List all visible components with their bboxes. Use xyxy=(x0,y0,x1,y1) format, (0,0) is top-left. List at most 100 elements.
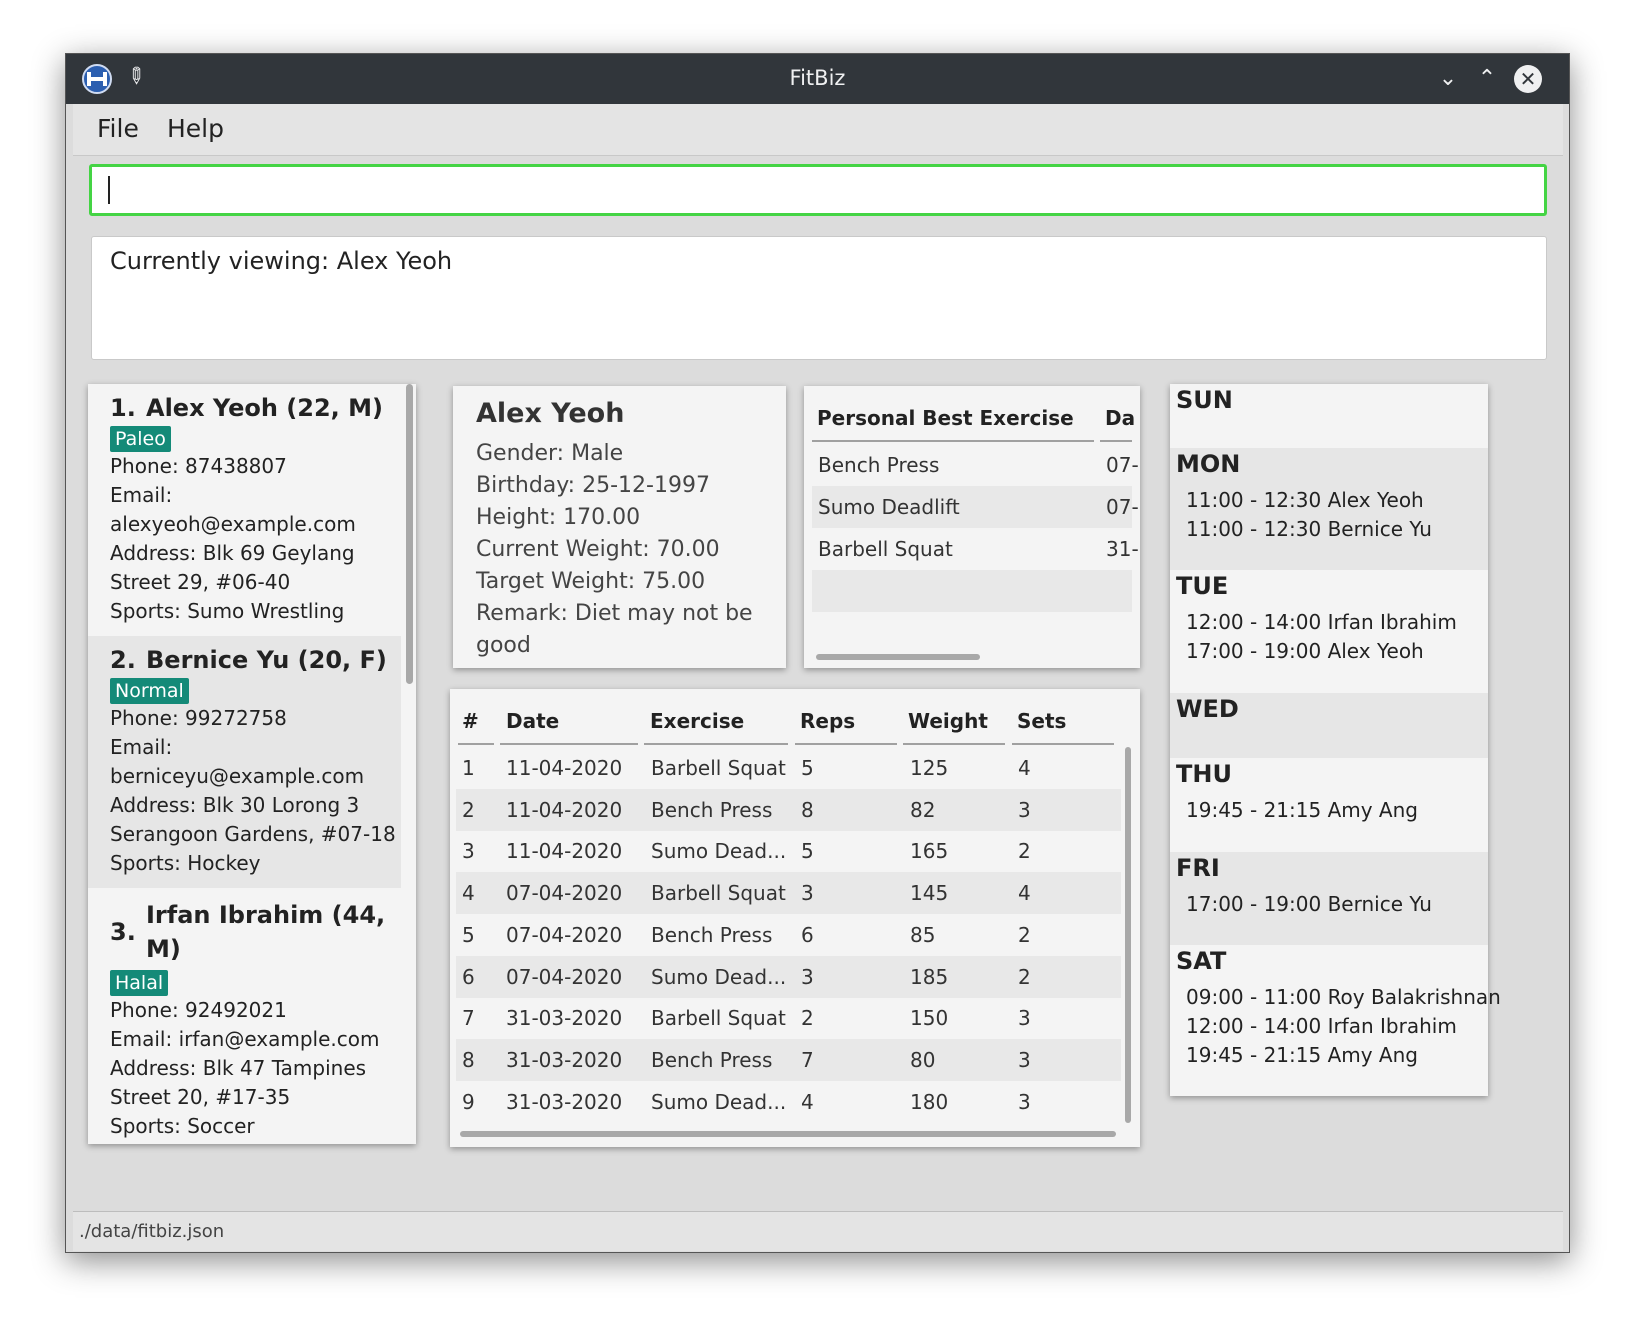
client-card[interactable]: 2. Bernice Yu (20, F) Normal Phone: 9927… xyxy=(88,636,401,888)
schedule-slot[interactable]: 09:00 - 11:00 Roy Balakrishnan xyxy=(1186,983,1501,1012)
day-name: THU xyxy=(1176,760,1232,788)
day-panel-mon: MON 11:00 - 12:30 Alex Yeoh 11:00 - 12:3… xyxy=(1170,448,1488,570)
table-cell: 07- xyxy=(1106,453,1139,477)
menu-file[interactable]: File xyxy=(97,114,139,143)
day-name: SAT xyxy=(1176,947,1227,975)
table-cell: 2 xyxy=(801,1006,814,1031)
column-header[interactable]: Sets xyxy=(1017,709,1066,733)
diet-tag: Paleo xyxy=(110,426,171,452)
profile-detail: Current Weight: 70.00 xyxy=(476,537,720,562)
client-list[interactable]: 1. Alex Yeoh (22, M) Paleo Phone: 874388… xyxy=(88,384,416,1144)
schedule-slot[interactable]: 17:00 - 19:00 Bernice Yu xyxy=(1186,890,1432,919)
table-cell: 4 xyxy=(462,881,475,906)
table-cell: 31-03-2020 xyxy=(506,1089,623,1114)
client-detail: Address: Blk 69 Geylang xyxy=(110,541,355,565)
table-cell: Barbell Squat xyxy=(651,756,786,780)
maximize-button[interactable]: ⌃ xyxy=(1470,62,1504,96)
table-cell: 8 xyxy=(801,797,814,822)
client-detail: Email: irfan@example.com xyxy=(110,1027,380,1051)
weekly-schedule: SUN MON 11:00 - 12:30 Alex Yeoh 11:00 - … xyxy=(1170,384,1501,1096)
client-name: Irfan Ibrahim (44, xyxy=(146,901,386,929)
client-detail: Email: xyxy=(110,735,173,759)
client-index: 3. xyxy=(110,918,136,946)
client-detail: Sports: Sumo Wrestling xyxy=(110,599,345,623)
column-header[interactable]: Weight xyxy=(908,709,988,733)
day-name: MON xyxy=(1176,450,1241,478)
client-profile-card: Alex Yeoh Gender: Male Birthday: 25-12-1… xyxy=(453,386,786,668)
table-cell: 3 xyxy=(1018,797,1031,822)
table-cell: 125 xyxy=(910,756,949,780)
schedule-slot[interactable]: 12:00 - 14:00 Irfan Ibrahim xyxy=(1186,608,1457,637)
table-cell: Bench Press xyxy=(818,453,940,477)
client-card[interactable]: 1. Alex Yeoh (22, M) Paleo Phone: 874388… xyxy=(88,384,401,636)
table-row[interactable]: 7 31-03-2020 Barbell Squat 2 150 3 xyxy=(456,997,1121,1039)
day-panel-wed: WED xyxy=(1170,693,1488,758)
table-cell: 11-04-2020 xyxy=(506,797,623,822)
close-button[interactable]: ✕ xyxy=(1511,62,1545,96)
table-cell: Sumo Dead... xyxy=(651,1089,787,1114)
table-cell: 4 xyxy=(1018,881,1031,906)
profile-detail: Remark: Diet may not be xyxy=(476,601,753,626)
exercise-history-table[interactable]: # Date Exercise Reps Weight Sets 1 11-04-… xyxy=(450,689,1140,1147)
table-row[interactable]: 1 11-04-2020 Barbell Squat 5 125 4 xyxy=(456,747,1121,789)
day-name: TUE xyxy=(1176,572,1229,600)
client-card[interactable]: 3. Irfan Ibrahim (44, M) Halal Phone: 92… xyxy=(88,888,401,1144)
table-cell: 31- xyxy=(1106,537,1139,561)
schedule-slot[interactable]: 19:45 - 21:15 Amy Ang xyxy=(1186,796,1418,825)
profile-detail: Birthday: 25-12-1997 xyxy=(476,473,710,498)
menu-help[interactable]: Help xyxy=(167,114,224,143)
day-name: WED xyxy=(1176,695,1239,723)
table-cell: 2 xyxy=(462,797,475,822)
table-cell: Bench Press xyxy=(651,1047,773,1072)
schedule-slot[interactable]: 11:00 - 12:30 Bernice Yu xyxy=(1186,515,1432,544)
table-cell: Barbell Squat xyxy=(651,881,786,906)
table-row[interactable]: 2 11-04-2020 Bench Press 8 82 3 xyxy=(456,788,1121,831)
client-list-scrollbar[interactable] xyxy=(406,384,413,684)
client-detail: Sports: Soccer xyxy=(110,1114,255,1138)
client-detail: Phone: 92492021 xyxy=(110,998,287,1022)
day-name: SUN xyxy=(1176,386,1233,414)
day-panel-fri: FRI 17:00 - 19:00 Bernice Yu xyxy=(1170,852,1488,945)
schedule-slot[interactable]: 12:00 - 14:00 Irfan Ibrahim xyxy=(1186,1012,1501,1041)
day-panel-sat: SAT 09:00 - 11:00 Roy Balakrishnan 12:00… xyxy=(1170,945,1501,1096)
table-row[interactable]: 5 07-04-2020 Bench Press 6 85 2 xyxy=(456,914,1121,956)
client-detail: Street 20, #17-35 xyxy=(110,1085,291,1109)
menu-bar: File Help xyxy=(73,104,1563,156)
client-name-cont: M) xyxy=(146,935,181,963)
minimize-button[interactable]: ⌄ xyxy=(1431,62,1465,96)
schedule-slot[interactable]: 17:00 - 19:00 Alex Yeoh xyxy=(1186,637,1457,666)
table-row[interactable]: 3 11-04-2020 Sumo Dead... 5 165 2 xyxy=(456,830,1121,872)
history-horizontal-scrollbar[interactable] xyxy=(460,1131,1116,1137)
column-header[interactable]: Personal Best Exercise xyxy=(817,406,1074,430)
table-cell: Bench Press xyxy=(651,922,773,947)
column-header[interactable]: Date xyxy=(506,709,559,733)
client-detail: Sports: Hockey xyxy=(110,851,261,875)
table-cell: 7 xyxy=(462,1006,475,1031)
table-row[interactable]: Sumo Deadlift 07- xyxy=(812,486,1139,528)
client-name: Bernice Yu (20, F) xyxy=(146,646,387,674)
table-row[interactable]: Barbell Squat 31- xyxy=(812,528,1139,570)
close-icon: ✕ xyxy=(1514,65,1542,93)
column-header[interactable]: # xyxy=(462,709,479,733)
column-header[interactable]: Exercise xyxy=(650,709,744,733)
result-text: Currently viewing: Alex Yeoh xyxy=(110,247,453,275)
table-cell: 31-03-2020 xyxy=(506,1006,623,1031)
table-row[interactable]: 8 31-03-2020 Bench Press 7 80 3 xyxy=(456,1038,1121,1081)
table-cell: 2 xyxy=(1018,839,1031,864)
table-cell: 3 xyxy=(462,839,475,864)
personal-best-table[interactable]: Personal Best Exercise Da Bench Press 07… xyxy=(804,386,1140,668)
diet-tag: Normal xyxy=(110,678,189,704)
table-row[interactable]: 6 07-04-2020 Sumo Dead... 3 185 2 xyxy=(456,955,1121,998)
command-input[interactable] xyxy=(89,164,1547,216)
table-row[interactable]: 9 31-03-2020 Sumo Dead... 4 180 3 xyxy=(456,1081,1121,1123)
table-cell: 85 xyxy=(910,922,936,947)
table-cell: 3 xyxy=(1018,1089,1031,1114)
column-header[interactable]: Da xyxy=(1105,406,1135,430)
schedule-slot[interactable]: 11:00 - 12:30 Alex Yeoh xyxy=(1186,486,1432,515)
table-row[interactable]: Bench Press 07- xyxy=(812,444,1139,486)
personal-best-scrollbar[interactable] xyxy=(816,654,980,660)
table-row[interactable]: 4 07-04-2020 Barbell Squat 3 145 4 xyxy=(456,872,1121,915)
schedule-slot[interactable]: 19:45 - 21:15 Amy Ang xyxy=(1186,1041,1501,1070)
history-vertical-scrollbar[interactable] xyxy=(1125,747,1131,1123)
column-header[interactable]: Reps xyxy=(800,709,855,733)
